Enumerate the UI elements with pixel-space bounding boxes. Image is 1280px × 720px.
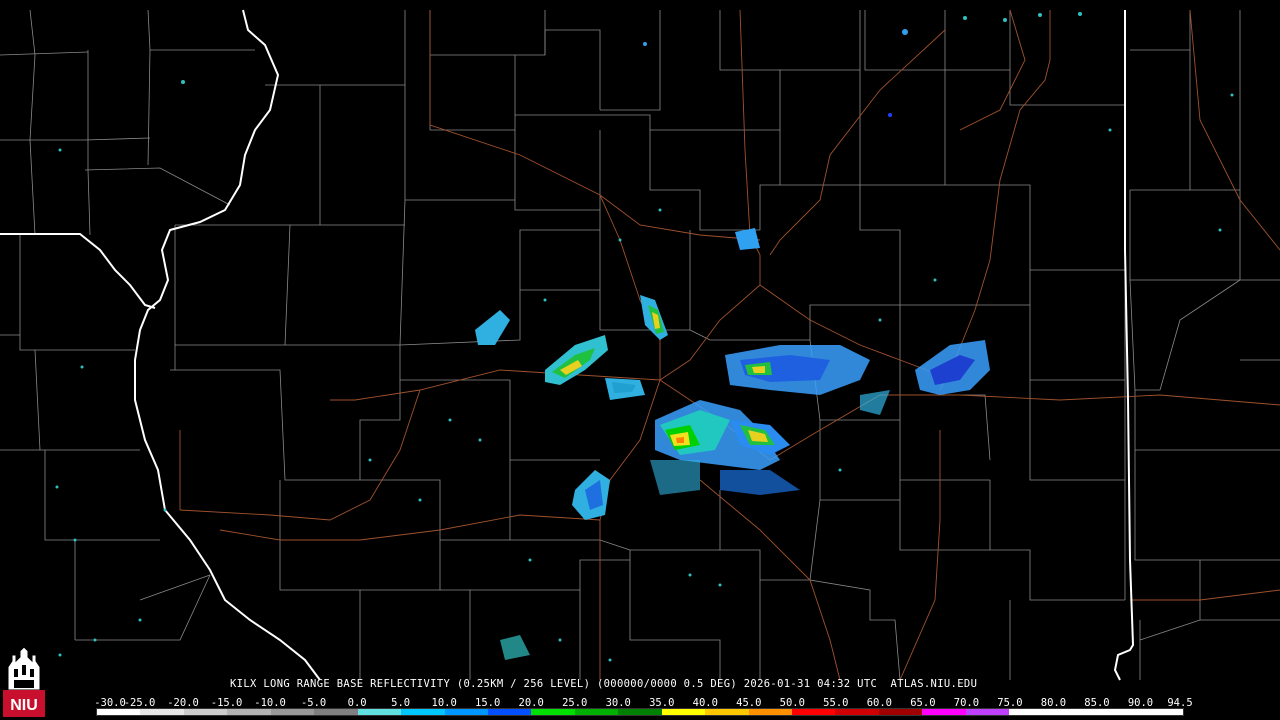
product-resolution: (0.25KM / 256 LEVEL) — [456, 678, 591, 690]
radar-map — [0, 9, 1280, 681]
niu-logo-text: NIU — [10, 697, 38, 714]
scale-color-swatch — [705, 709, 749, 715]
scale-color-swatch — [183, 709, 228, 715]
scale-color-swatch — [401, 709, 445, 715]
scale-color-swatch — [574, 709, 619, 715]
scale-color-swatch — [227, 709, 271, 715]
radar-viewer: NIU KILX LONG RANGE BASE REFLECTIVITY (0… — [0, 0, 1280, 720]
scale-color-swatch — [1096, 709, 1140, 715]
niu-logo: NIU — [3, 646, 45, 717]
scale-color-swatch — [531, 709, 575, 715]
scale-color-swatch — [97, 709, 141, 715]
scale-color-swatch — [835, 709, 879, 715]
reflectivity-returns — [55, 12, 1234, 662]
scale-color-swatch — [748, 709, 792, 715]
scan-time: 04:32 UTC — [817, 678, 878, 690]
elevation-angle: (000000/0000 0.5 DEG) — [596, 678, 738, 690]
scale-color-swatch — [661, 709, 706, 715]
source-url: ATLAS.NIU.EDU — [890, 678, 978, 690]
scale-color-swatch — [270, 709, 315, 715]
product-name: LONG RANGE BASE REFLECTIVITY — [263, 678, 451, 690]
scale-color-swatch — [618, 709, 662, 715]
scale-color-swatch — [792, 709, 836, 715]
color-scale-bar — [96, 708, 1184, 716]
scale-color-swatch — [1052, 709, 1097, 715]
product-caption: KILX LONG RANGE BASE REFLECTIVITY (0.25K… — [230, 678, 977, 690]
scale-color-swatch — [357, 709, 402, 715]
scale-color-swatch — [1009, 709, 1053, 715]
scale-color-swatch — [878, 709, 923, 715]
scale-color-swatch — [444, 709, 488, 715]
scan-date: 2026-01-31 — [743, 678, 811, 690]
scale-color-swatch — [1139, 709, 1183, 715]
scale-color-swatch — [965, 709, 1010, 715]
scale-color-swatch — [922, 709, 966, 715]
scale-color-swatch — [140, 709, 184, 715]
county-boundaries — [0, 9, 1280, 681]
scale-color-swatch — [314, 709, 358, 715]
scale-color-swatch — [487, 709, 532, 715]
station-id: KILX — [230, 678, 257, 690]
